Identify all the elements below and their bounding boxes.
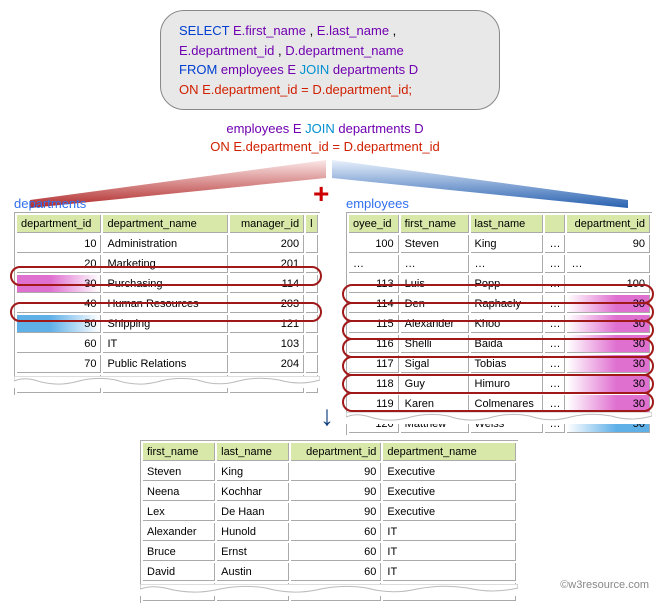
- join-condition-label: employees E JOIN departments D ON E.depa…: [195, 120, 455, 156]
- table-row: 100StevenKing…90: [349, 235, 650, 253]
- table-row: StevenKing90Executive: [143, 463, 516, 481]
- col-header: department_name: [103, 215, 228, 233]
- table-row: 113LuisPopp…100: [349, 275, 650, 293]
- torn-edge: [140, 584, 518, 596]
- table-row: LexDe Haan90Executive: [143, 503, 516, 521]
- field: E.last_name: [317, 23, 389, 38]
- col-header: [545, 215, 565, 233]
- departments-title: departments: [14, 196, 86, 211]
- result-table: first_name last_name department_id depar…: [140, 440, 518, 603]
- col-header: oyee_id: [349, 215, 399, 233]
- col-header: first_name: [143, 443, 215, 461]
- sql-query-box: SELECT E.first_name , E.last_name , E.de…: [160, 10, 500, 110]
- table-header-row: oyee_id first_name last_name department_…: [349, 215, 650, 233]
- credit-label: ©w3resource.com: [560, 579, 649, 591]
- table-row: BruceErnst60IT: [143, 543, 516, 561]
- col-header: last_name: [217, 443, 289, 461]
- table-row: NeenaKochhar90Executive: [143, 483, 516, 501]
- table-row: 118GuyHimuro…30: [349, 375, 650, 393]
- table-row: 10Administration200: [17, 235, 318, 253]
- field: E.first_name: [233, 23, 306, 38]
- table-row: 40Human Resources203: [17, 295, 318, 313]
- departments-table: department_id department_name manager_id…: [14, 212, 320, 395]
- kw-from: FROM: [179, 62, 217, 77]
- table-row: 70Public Relations204: [17, 355, 318, 373]
- plus-icon: +: [313, 178, 329, 210]
- torn-edge: [14, 376, 320, 388]
- table-header-row: department_id department_name manager_id…: [17, 215, 318, 233]
- col-header: last_name: [471, 215, 544, 233]
- col-header: department_name: [383, 443, 516, 461]
- table-row: DavidAustin60IT: [143, 563, 516, 581]
- table-header-row: first_name last_name department_id depar…: [143, 443, 516, 461]
- col-header: department_id: [567, 215, 650, 233]
- table-row: 30Purchasing114: [17, 275, 318, 293]
- col-header: department_id: [291, 443, 381, 461]
- table-row: 115AlexanderKhoo…30: [349, 315, 650, 333]
- employees-table: oyee_id first_name last_name department_…: [346, 212, 652, 435]
- col-header: l: [306, 215, 318, 233]
- employees-title: employees: [346, 196, 409, 211]
- col-header: first_name: [401, 215, 469, 233]
- arrow-down-icon: ↓: [320, 400, 334, 432]
- torn-edge: [346, 412, 652, 424]
- field: E.department_id: [179, 43, 274, 58]
- table-row: AlexanderHunold60IT: [143, 523, 516, 541]
- kw-join: JOIN: [300, 62, 330, 77]
- table-row: 50Shipping121: [17, 315, 318, 333]
- col-header: department_id: [17, 215, 101, 233]
- table-row: 20Marketing201: [17, 255, 318, 273]
- table-row: 116ShelliBaida…30: [349, 335, 650, 353]
- table-row: ……………: [349, 255, 650, 273]
- kw-on: ON: [179, 82, 199, 97]
- kw-select: SELECT: [179, 23, 229, 38]
- table-row: 60IT103: [17, 335, 318, 353]
- field: D.department_name: [285, 43, 404, 58]
- table-row: 117SigalTobias…30: [349, 355, 650, 373]
- col-header: manager_id: [230, 215, 304, 233]
- table-row: 114DenRaphaely…30: [349, 295, 650, 313]
- table-row: 119KarenColmenares…30: [349, 395, 650, 413]
